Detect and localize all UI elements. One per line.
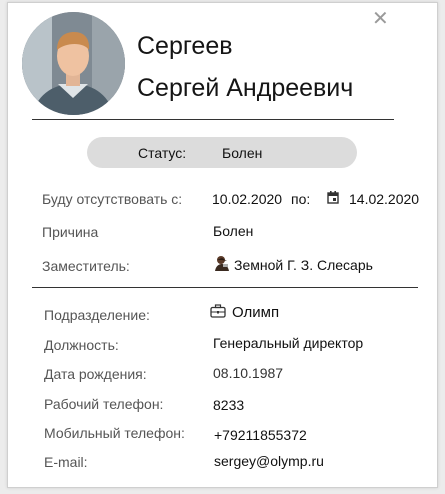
user-photo-icon [22, 12, 125, 115]
employee-last-name: Сергеев [137, 32, 233, 60]
email-value[interactable]: sergey@olymp.ru [214, 452, 324, 470]
mobile-phone-label: Мобильный телефон: [44, 425, 185, 441]
absence-to-label: по: [291, 191, 311, 207]
reason-value: Болен [213, 223, 254, 239]
calendar-icon[interactable] [327, 191, 339, 209]
mobile-phone-value[interactable]: +79211855372 [214, 426, 307, 444]
email-label: E-mail: [44, 454, 88, 470]
absence-label: Буду отсутствовать с: [42, 191, 183, 207]
deputy-value[interactable]: Земной Г. З. Слесарь [234, 256, 373, 274]
person-icon [214, 255, 230, 276]
birth-date-label: Дата рождения: [44, 366, 147, 382]
reason-label: Причина [42, 224, 99, 240]
avatar [22, 12, 125, 115]
employee-first-middle-name: Сергей Андреевич [137, 74, 354, 102]
position-value: Генеральный директор [213, 335, 364, 351]
birth-date-value: 08.10.1987 [213, 365, 284, 381]
close-icon[interactable]: ✕ [372, 9, 389, 29]
employee-card: ✕ Сергеев Сергей Андреевич Статус: Болен… [7, 2, 438, 488]
absence-to-date[interactable]: 14.02.2020 [349, 190, 419, 208]
deputy-label: Заместитель: [42, 258, 130, 274]
status-badge: Статус: Болен [87, 137, 357, 168]
department-value[interactable]: Олимп [232, 304, 279, 322]
work-phone-label: Рабочий телефон: [44, 396, 164, 412]
status-label: Статус: [138, 145, 187, 161]
department-label: Подразделение: [44, 307, 150, 323]
absence-from-date[interactable]: 10.02.2020 [212, 190, 282, 208]
briefcase-icon [210, 304, 226, 323]
position-label: Должность: [44, 337, 119, 353]
work-phone-value[interactable]: 8233 [213, 396, 244, 414]
divider [32, 287, 418, 288]
divider [32, 119, 394, 120]
status-value: Болен [222, 145, 263, 161]
